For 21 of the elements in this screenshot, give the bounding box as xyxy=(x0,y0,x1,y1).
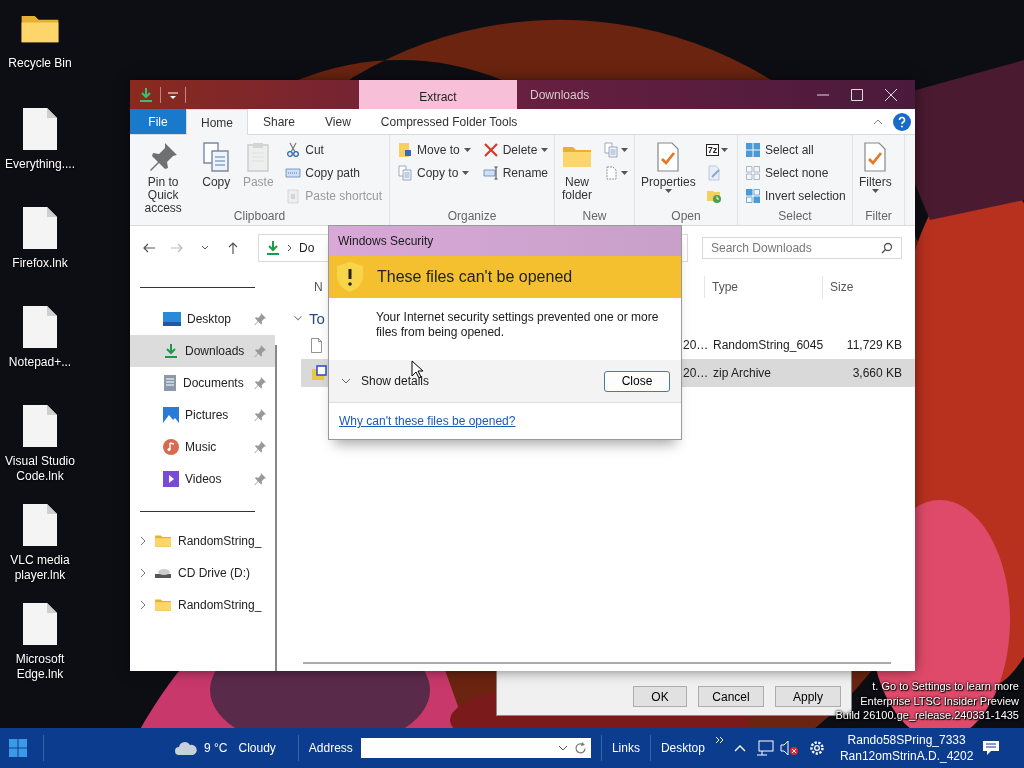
toolbar-label: Address xyxy=(308,741,353,755)
tray-text: Rando58SPring_7333 xyxy=(847,732,966,748)
group-label: New xyxy=(581,210,608,223)
group-label: Filter xyxy=(864,210,893,223)
tray-text: Ran12omStrinA.D._4202 xyxy=(839,748,974,764)
temperature: 9 °C xyxy=(204,741,228,755)
table-cell-text: RandomString_6045 xyxy=(712,338,824,352)
group-label: Clipboard xyxy=(232,210,287,223)
group-label: Organize xyxy=(446,210,498,223)
table-cell-text: 11,729 KB xyxy=(845,338,903,352)
group-label: Open xyxy=(670,210,702,223)
table-cell-text: zip Archive xyxy=(712,366,773,380)
table-cell-text: 20… xyxy=(682,338,706,352)
window-title: Downloads xyxy=(530,87,591,102)
group-label: Select xyxy=(777,210,813,223)
weather-condition: Cloudy xyxy=(238,741,276,755)
dialog-message: Your Internet security settings prevented one or more files from being opened. xyxy=(375,309,660,341)
table-cell-text: 3,660 KB xyxy=(851,366,903,380)
dialog-heading: These files can't be opened xyxy=(377,268,573,286)
dialog-title: Windows Security xyxy=(338,234,434,248)
table-cell-text: 20… xyxy=(682,366,706,380)
